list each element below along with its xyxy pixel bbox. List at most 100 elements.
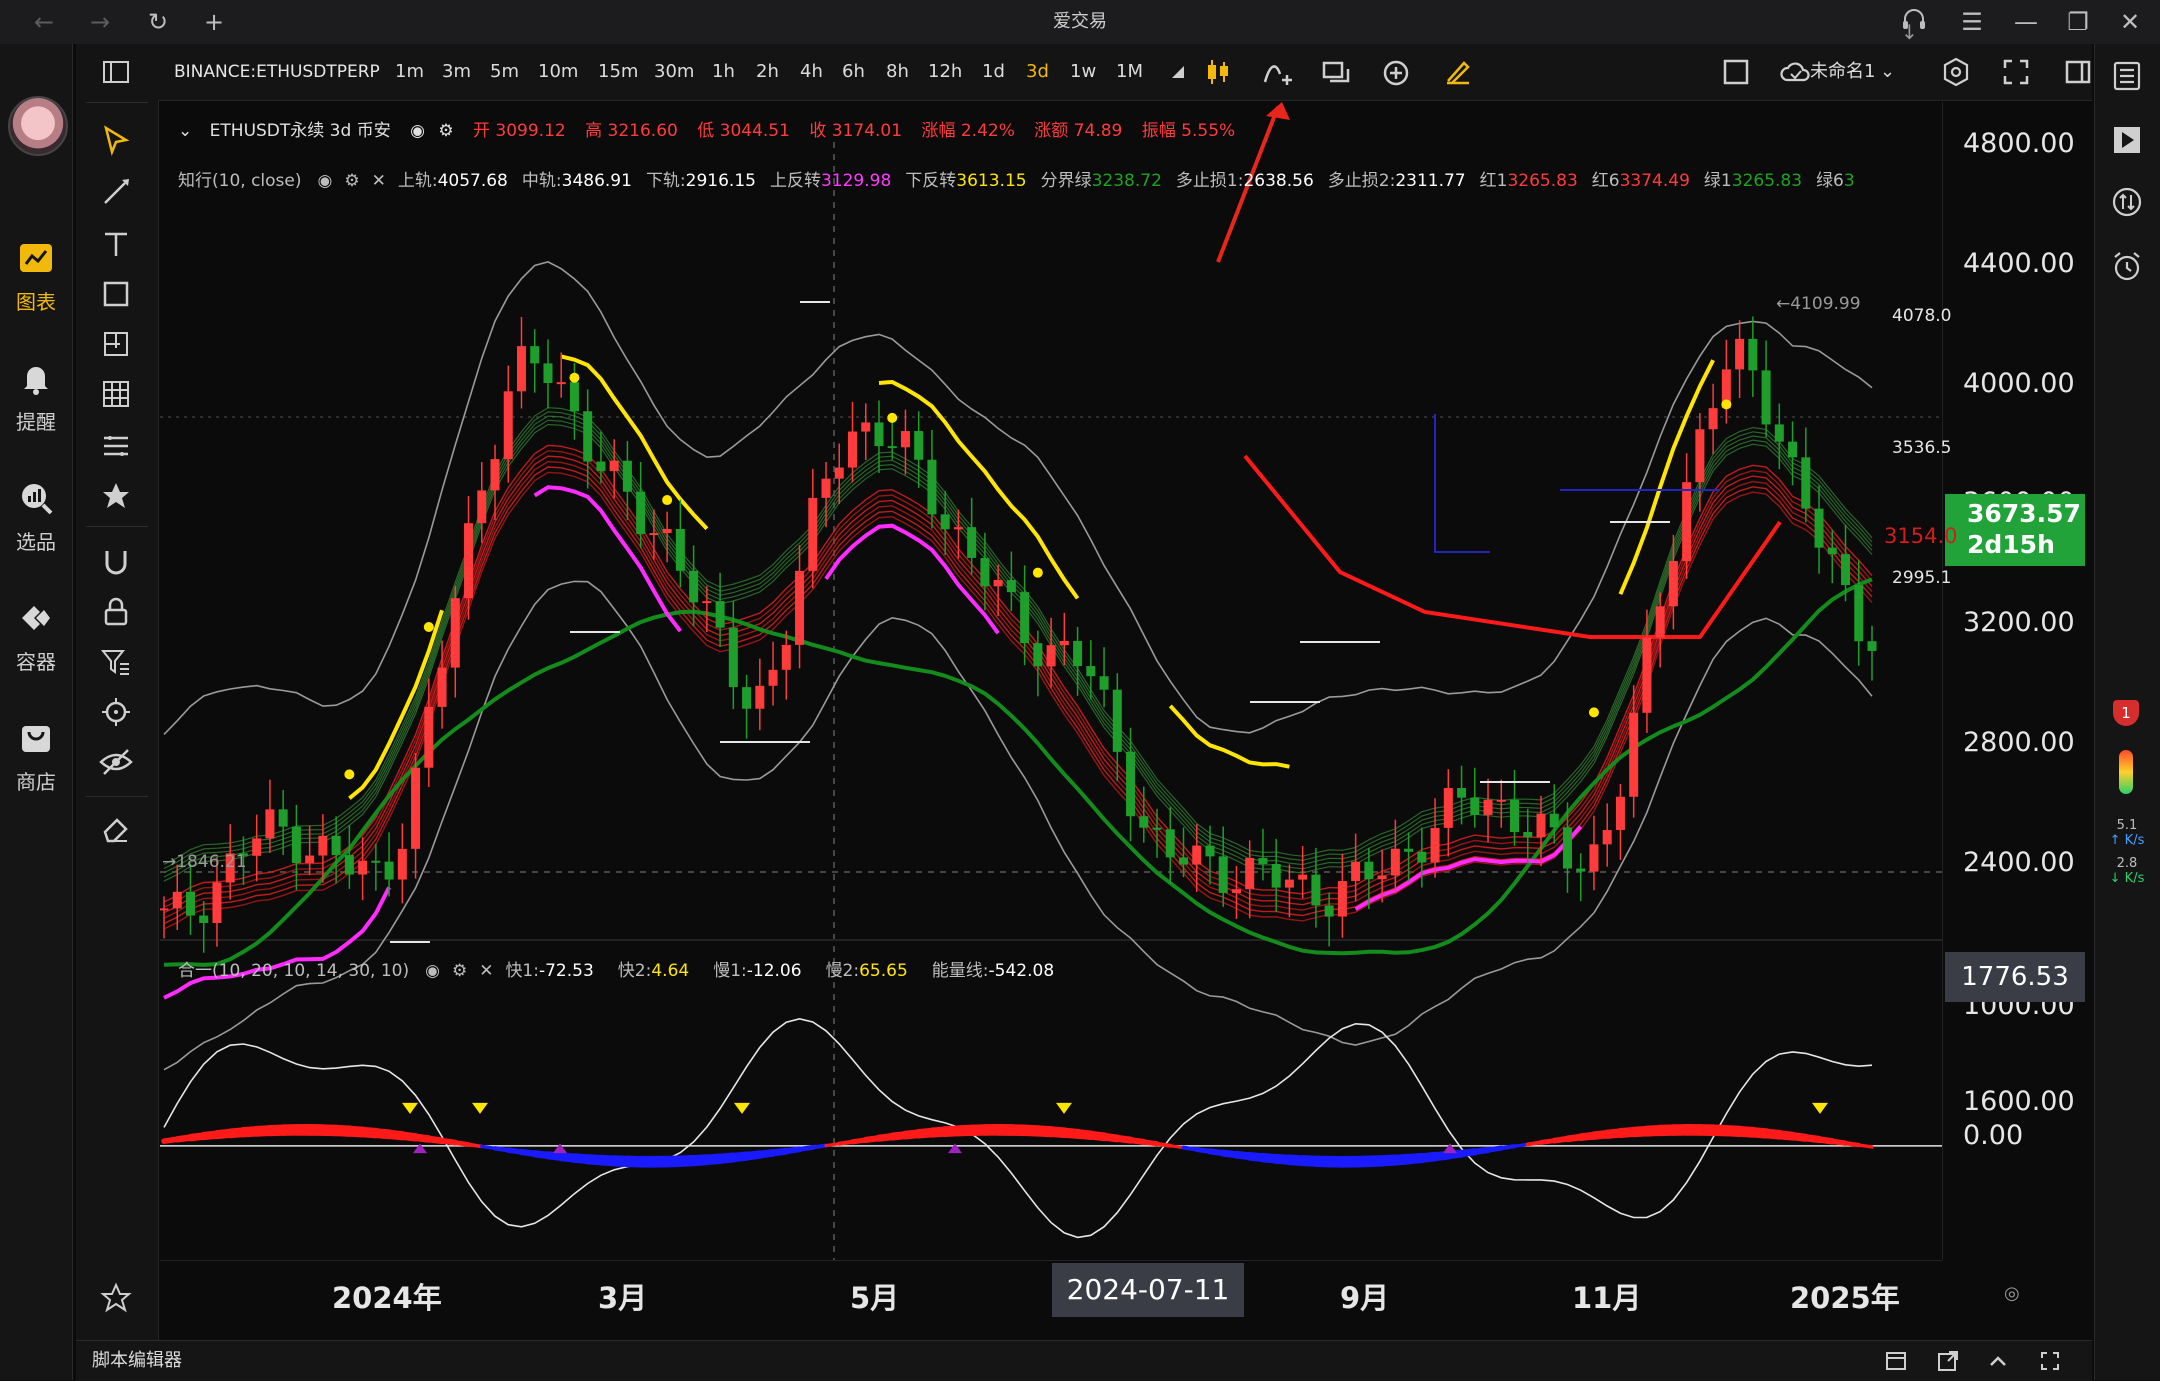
- visibility-eye-icon[interactable]: ◉: [318, 171, 333, 191]
- sidebar-toggle-icon[interactable]: [96, 52, 136, 92]
- timeframe-1d[interactable]: 1d: [982, 44, 1005, 100]
- rectangle-tool-icon[interactable]: [96, 274, 136, 314]
- candle-body: [808, 498, 817, 571]
- avatar[interactable]: [8, 96, 68, 156]
- alarm-clock-icon[interactable]: [2109, 248, 2145, 284]
- crosshair-icon[interactable]: [96, 692, 136, 732]
- timeframe-6h[interactable]: 6h: [842, 44, 865, 100]
- list-icon[interactable]: [2109, 58, 2145, 94]
- price-tick: 4400.00: [1963, 248, 2075, 279]
- candle-body: [424, 707, 433, 768]
- symbol-selector[interactable]: BINANCE:ETHUSDTPERP: [174, 44, 380, 100]
- timeframe-1M[interactable]: 1M: [1116, 44, 1143, 100]
- chart-canvas[interactable]: [160, 102, 1942, 1260]
- alert-add-icon[interactable]: [1378, 54, 1414, 90]
- axis-settings-icon[interactable]: ◎: [2004, 1283, 2020, 1304]
- trade-icon[interactable]: [2109, 184, 2145, 220]
- visibility-eye-icon[interactable]: ◉: [410, 121, 425, 141]
- settings-icon[interactable]: [1938, 54, 1974, 90]
- timeframe-5m[interactable]: 5m: [490, 44, 519, 100]
- candle-type-icon[interactable]: [1200, 54, 1236, 90]
- candle-body: [292, 827, 301, 863]
- eraser-icon[interactable]: [96, 808, 136, 848]
- measure-tool-icon[interactable]: [96, 324, 136, 364]
- forward-icon[interactable]: →: [84, 6, 116, 38]
- candle-body: [1073, 641, 1082, 666]
- indicator-settings-icon[interactable]: ⚙: [452, 961, 467, 981]
- replay-icon[interactable]: [2109, 122, 2145, 158]
- layout-name-dropdown[interactable]: 未命名1: [1810, 44, 1875, 100]
- nav-item-store[interactable]: 商店: [0, 720, 72, 795]
- notification-badge[interactable]: 1: [2113, 700, 2139, 726]
- star-icon[interactable]: [96, 476, 136, 516]
- candle-body: [1153, 828, 1162, 830]
- nav-item-alert[interactable]: 提醒: [0, 360, 72, 435]
- lock-icon[interactable]: [96, 592, 136, 632]
- indicator-remove-icon[interactable]: ✕: [479, 961, 493, 981]
- fullscreen-icon[interactable]: [1998, 54, 2034, 90]
- favorite-star-icon[interactable]: [96, 1278, 136, 1318]
- script-editor-tab[interactable]: 脚本编辑器: [92, 1341, 182, 1381]
- price-axis[interactable]: 4800.004400.004000.003600.003200.002800.…: [1942, 102, 2093, 1260]
- timeframe-3d[interactable]: 3d: [1026, 44, 1049, 100]
- candle-body: [1444, 788, 1453, 828]
- compare-icon[interactable]: [1318, 54, 1354, 90]
- timeframe-30m[interactable]: 30m: [654, 44, 694, 100]
- timeframe-4h[interactable]: 4h: [800, 44, 823, 100]
- eye-hidden-icon[interactable]: [96, 742, 136, 782]
- timeframe-dropdown-icon[interactable]: [1160, 54, 1196, 90]
- visibility-eye-icon[interactable]: ◉: [425, 961, 440, 981]
- grid-tool-icon[interactable]: [96, 374, 136, 414]
- reload-icon[interactable]: ↻: [142, 6, 174, 38]
- legend-settings-icon[interactable]: ⚙: [438, 121, 453, 141]
- scroll-down-icon[interactable]: ↓: [1901, 20, 1918, 44]
- minimize-icon[interactable]: —: [2010, 6, 2042, 38]
- chevron-up-icon[interactable]: [1986, 1349, 2010, 1373]
- candle-body: [861, 422, 870, 431]
- indicator-remove-icon[interactable]: ✕: [372, 171, 386, 191]
- new-tab-icon[interactable]: +: [198, 6, 230, 38]
- timeframe-10m[interactable]: 10m: [538, 44, 578, 100]
- chevron-down-icon[interactable]: ⌄: [1880, 44, 1895, 100]
- indicator-value-number: 4057.68: [438, 171, 508, 191]
- indicator-add-icon[interactable]: [1260, 54, 1296, 90]
- timeframe-1h[interactable]: 1h: [712, 44, 735, 100]
- timeframe-8h[interactable]: 8h: [886, 44, 909, 100]
- collapse-chevron-icon[interactable]: ⌄: [178, 121, 192, 141]
- cloud-icon[interactable]: [1778, 54, 1814, 90]
- candle-body: [464, 523, 473, 598]
- maximize-panel-icon[interactable]: [2038, 1349, 2062, 1373]
- cursor-icon[interactable]: [96, 120, 136, 160]
- indicator-settings-icon[interactable]: ⚙: [344, 171, 359, 191]
- magnet-icon[interactable]: [96, 542, 136, 582]
- timeframe-15m[interactable]: 15m: [598, 44, 638, 100]
- drawing-edit-icon[interactable]: [1440, 54, 1476, 90]
- back-icon[interactable]: ←: [28, 6, 60, 38]
- panel-toggle-icon[interactable]: [2060, 54, 2096, 90]
- sub-value-label: 快2:: [618, 961, 652, 981]
- timeframe-12h[interactable]: 12h: [928, 44, 962, 100]
- filter-icon[interactable]: [96, 642, 136, 682]
- timeframe-1w[interactable]: 1w: [1070, 44, 1096, 100]
- text-tool-icon[interactable]: [96, 224, 136, 264]
- signal-dot: [887, 413, 897, 423]
- trendline-icon[interactable]: [96, 172, 136, 212]
- indicator-value-label: 多止损1:: [1176, 171, 1244, 191]
- candle-body: [477, 490, 486, 523]
- panel-icon[interactable]: [1884, 1349, 1908, 1373]
- layout-square-icon[interactable]: [1718, 54, 1754, 90]
- net-down-speed: 2.8 ↓ K/s: [2097, 856, 2157, 886]
- candle-body: [199, 916, 208, 923]
- fib-tool-icon[interactable]: [96, 426, 136, 466]
- timeframe-3m[interactable]: 3m: [442, 44, 471, 100]
- timeframe-1m[interactable]: 1m: [395, 44, 424, 100]
- nav-item-container[interactable]: 容器: [0, 600, 72, 675]
- nav-item-chart[interactable]: 图表: [0, 240, 72, 315]
- popout-icon[interactable]: [1936, 1349, 1960, 1373]
- restore-icon[interactable]: ❐: [2062, 6, 2094, 38]
- time-axis[interactable]: 2024年 3月 5月 9月 11月 2025年 2024-07-11 ◎: [160, 1260, 1942, 1329]
- close-icon[interactable]: ✕: [2114, 6, 2146, 38]
- menu-icon[interactable]: ☰: [1956, 6, 1988, 38]
- timeframe-2h[interactable]: 2h: [756, 44, 779, 100]
- nav-item-screener[interactable]: 选品: [0, 480, 72, 555]
